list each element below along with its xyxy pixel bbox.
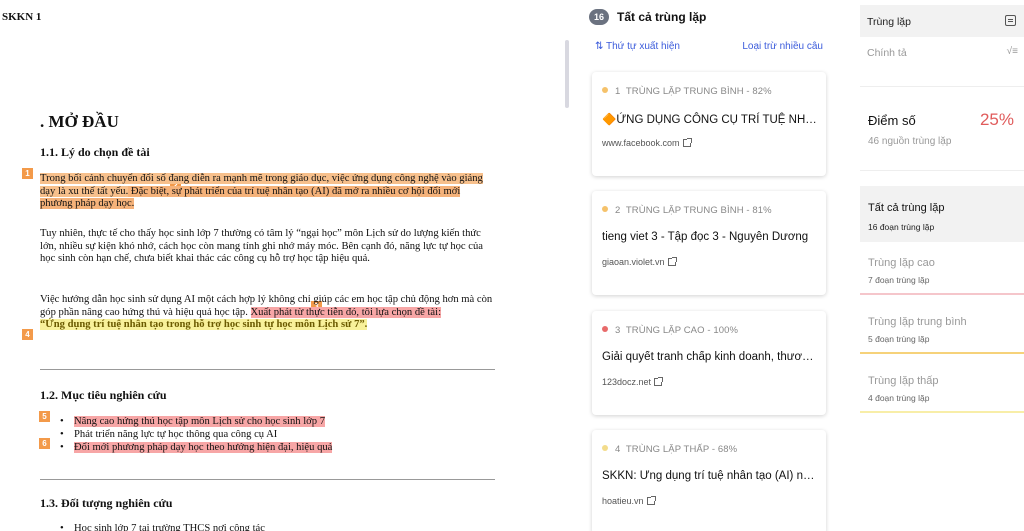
result-level: 3 TRÙNG LẶP CAO - 100% — [602, 325, 738, 336]
document-viewer: SKKN 1 . MỞ ĐẦU 1.1. Lý do chọn đề tài 1… — [0, 0, 560, 531]
result-source[interactable]: www.facebook.com — [602, 138, 692, 148]
match-marker-1[interactable]: 1 — [22, 168, 33, 179]
result-title[interactable]: tieng viet 3 - Tập đọc 3 - Nguyễn Dương — [602, 231, 818, 243]
result-card-1[interactable]: 1 TRÙNG LẶP TRUNG BÌNH - 82% 🔶ỨNG DỤNG C… — [592, 72, 826, 176]
result-card-3[interactable]: 3 TRÙNG LẶP CAO - 100% Giải quyết tranh … — [592, 311, 826, 415]
result-source-text[interactable]: hoatieu.vn — [602, 496, 644, 506]
result-title[interactable]: 🔶ỨNG DỤNG CÔNG CỤ TRÍ TUỆ NHÂN TẠO — [602, 112, 818, 126]
external-link-icon[interactable] — [682, 138, 692, 147]
result-card-4[interactable]: 4 TRÙNG LẶP THẤP - 68% SKKN: Ứng dụng tr… — [592, 430, 826, 531]
filter-label: Trùng lặp trung bình — [868, 316, 967, 328]
tab-duplicate-label: Trùng lặp — [867, 16, 911, 28]
result-number: 4 — [615, 444, 621, 455]
result-level: 1 TRÙNG LẶP TRUNG BÌNH - 82% — [602, 86, 772, 97]
filter-count: 5 đoạn trùng lặp — [868, 334, 930, 344]
match-marker-4[interactable]: 4 — [22, 329, 33, 340]
match-marker-6[interactable]: 6 — [39, 438, 50, 449]
level-dot-icon — [602, 445, 608, 451]
score-label: Điểm số — [868, 113, 916, 128]
list-item-text: Học sinh lớp 7 tại trường THCS nơi công … — [74, 523, 265, 531]
paragraph-2: Tuy nhiên, thực tế cho thấy học sinh lớp… — [40, 228, 483, 265]
result-source[interactable]: hoatieu.vn — [602, 496, 656, 506]
filter-high-duplicates[interactable]: Trùng lặp cao 7 đoạn trùng lặp — [860, 257, 1024, 297]
copy-icon — [1005, 15, 1016, 26]
external-link-icon[interactable] — [646, 496, 656, 505]
result-level: 4 TRÙNG LẶP THẤP - 68% — [602, 444, 737, 455]
tab-spelling-label: Chính tả — [867, 47, 907, 59]
list-item: • Nâng cao hứng thú học tập môn Lịch sử c… — [60, 416, 325, 427]
result-level-text: TRÙNG LẶP THẤP - 68% — [625, 444, 738, 455]
section-1-3-title: 1.3. Đối tượng nghiên cứu — [40, 496, 173, 510]
score-sources: 46 nguồn trùng lặp — [868, 136, 952, 147]
result-source-text[interactable]: giaoan.violet.vn — [602, 257, 665, 267]
external-link-icon[interactable] — [654, 377, 664, 386]
filter-medium-duplicates[interactable]: Trùng lặp trung bình 5 đoạn trùng lặp — [860, 316, 1024, 356]
filter-color-bar — [860, 293, 1024, 295]
result-level-text: TRÙNG LẶP CAO - 100% — [625, 325, 739, 336]
result-source[interactable]: giaoan.violet.vn — [602, 257, 677, 267]
section-1-1-title: 1.1. Lý do chọn đề tài — [40, 145, 150, 159]
divider — [860, 86, 1024, 87]
paragraph-3: Việc hướng dẫn học sinh sử dụng AI một c… — [40, 294, 495, 332]
filter-low-duplicates[interactable]: Trùng lặp thấp 4 đoạn trùng lặp — [860, 375, 1024, 415]
heading-intro: . MỞ ĐẦU — [40, 112, 119, 131]
filter-color-bar — [860, 352, 1024, 354]
result-title[interactable]: SKKN: Ứng dụng trí tuệ nhân tạo (AI) như… — [602, 470, 818, 482]
result-title[interactable]: Giải quyết tranh chấp kinh doanh, thương… — [602, 351, 818, 363]
tab-duplicate[interactable]: Trùng lặp — [860, 5, 1024, 37]
filter-label: Trùng lặp thấp — [868, 375, 939, 387]
list-item: • Phát triển năng lực tự học thông qua cô… — [60, 429, 278, 440]
result-level: 2 TRÙNG LẶP TRUNG BÌNH - 81% — [602, 205, 772, 216]
results-title: Tất cả trùng lặp — [617, 10, 707, 24]
divider — [860, 170, 1024, 171]
result-source[interactable]: 123docz.net — [602, 377, 664, 387]
result-level-text: TRÙNG LẶP TRUNG BÌNH - 82% — [625, 86, 772, 97]
list-item-text: Phát triển năng lực tự học thông qua côn… — [74, 429, 278, 440]
level-dot-icon — [602, 326, 608, 332]
tab-spelling[interactable]: Chính tả √≡ — [860, 44, 1024, 66]
external-link-icon[interactable] — [667, 257, 677, 266]
result-card-2[interactable]: 2 TRÙNG LẶP TRUNG BÌNH - 81% tieng viet … — [592, 191, 826, 295]
highlight-match-6[interactable]: Đổi mới phương pháp dạy học theo hướng h… — [74, 442, 333, 453]
document-name: SKKN 1 — [2, 11, 42, 23]
level-dot-icon — [602, 206, 608, 212]
filter-label: Tất cả trùng lặp — [868, 202, 945, 214]
sort-order-button[interactable]: ⇅ Thứ tự xuất hiện — [595, 41, 680, 52]
summary-panel: Trùng lặp Chính tả √≡ Điểm số 25% 46 ngu… — [857, 0, 1024, 531]
filter-all-duplicates[interactable]: Tất cả trùng lặp 16 đoạn trùng lặp — [860, 186, 1024, 242]
filter-label: Trùng lặp cao — [868, 257, 935, 269]
results-count-badge: 16 — [589, 9, 609, 25]
divider — [40, 479, 495, 480]
list-item: • Đổi mới phương pháp dạy học theo hướng … — [60, 442, 333, 453]
highlight-match-3[interactable]: Xuất phát từ thực tiễn đó, tôi lựa chọn … — [250, 306, 442, 318]
exclude-sentences-button[interactable]: Loại trừ nhiều câu — [742, 41, 823, 52]
result-level-text: TRÙNG LẶP TRUNG BÌNH - 81% — [625, 205, 772, 216]
result-source-text[interactable]: 123docz.net — [602, 377, 651, 387]
filter-count: 7 đoạn trùng lặp — [868, 275, 930, 285]
result-number: 1 — [615, 86, 621, 97]
app-window: SKKN 1 . MỞ ĐẦU 1.1. Lý do chọn đề tài 1… — [0, 0, 1024, 531]
result-number: 3 — [615, 325, 621, 336]
section-1-2-title: 1.2. Mục tiêu nghiên cứu — [40, 388, 167, 402]
filter-count: 16 đoạn trùng lặp — [868, 222, 935, 232]
results-panel: 16 Tất cả trùng lặp ⇅ Thứ tự xuất hiện L… — [583, 0, 845, 531]
result-number: 2 — [615, 205, 621, 216]
document-scrollbar[interactable] — [565, 40, 569, 108]
highlight-match-4[interactable]: “Ứng dụng trí tuệ nhân tạo trong hỗ trợ … — [40, 319, 368, 331]
paragraph-1: Trong bối cảnh chuyển đổi số đang diễn r… — [40, 173, 495, 211]
spellcheck-icon: √≡ — [1006, 46, 1018, 57]
highlight-match-5[interactable]: Nâng cao hứng thú học tập môn Lịch sử ch… — [74, 416, 325, 427]
filter-color-bar — [860, 411, 1024, 413]
filter-count: 4 đoạn trùng lặp — [868, 393, 930, 403]
score-value: 25% — [979, 110, 1014, 129]
list-item: • Học sinh lớp 7 tại trường THCS nơi công… — [60, 523, 500, 531]
match-marker-5[interactable]: 5 — [39, 411, 50, 422]
result-source-text[interactable]: www.facebook.com — [602, 138, 680, 148]
divider — [40, 369, 495, 370]
level-dot-icon — [602, 87, 608, 93]
